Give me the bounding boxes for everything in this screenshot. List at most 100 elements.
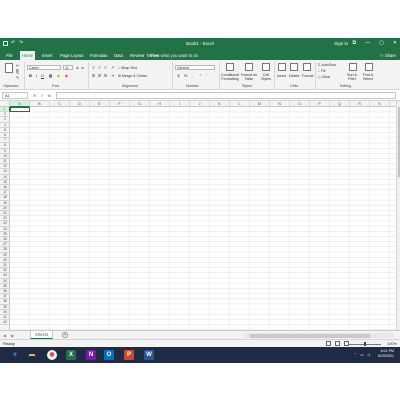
sheet-tab-sheet1[interactable]: Sheet1 [30, 331, 54, 339]
decrease-font-icon[interactable]: a [80, 65, 85, 70]
align-top-icon[interactable]: ≡ [91, 65, 96, 70]
row-headers: 1 2 3 4 5 6 7 8 9 10 11 12 13 14 15 16 17 18 19 20 21 22 23 24 2… [0, 107, 10, 330]
paste-icon[interactable] [5, 63, 13, 73]
sort-filter-icon[interactable] [349, 63, 357, 71]
outlook-icon[interactable]: O [104, 350, 114, 360]
close-button[interactable]: ✕ [393, 40, 397, 46]
tab-file[interactable]: File [4, 51, 15, 60]
tab-data[interactable]: Data [112, 51, 125, 60]
clear-button[interactable]: ◇ Clear [318, 75, 330, 79]
merge-center-button[interactable]: ⊞ Merge & Center [118, 74, 147, 78]
word-icon[interactable]: W [144, 350, 154, 360]
tab-page-layout[interactable]: Page Layout [58, 51, 86, 60]
scroll-left-icon[interactable]: ◀ [3, 332, 6, 339]
tell-me-search[interactable]: ♀ Tell me what you want to do [142, 51, 198, 60]
name-box[interactable]: A1 [2, 92, 28, 99]
chrome-icon[interactable]: ◉ [47, 350, 57, 360]
cell-styles-button[interactable]: Cell Styles [259, 73, 273, 81]
formula-input[interactable] [56, 92, 396, 99]
add-sheet-button[interactable]: + [62, 332, 68, 338]
formula-buttons: ✕ ✓ fx [33, 92, 51, 99]
ribbon-separator [315, 62, 316, 89]
ribbon-display-options-icon[interactable]: ⧉ [352, 40, 356, 46]
align-left-icon[interactable]: ☰ [91, 73, 96, 78]
zoom-knob[interactable] [364, 342, 366, 346]
active-cell-a1[interactable] [10, 107, 30, 113]
sort-filter-button[interactable]: Sort & Filter [344, 73, 360, 81]
conditional-formatting-button[interactable]: Conditional Formatting [220, 73, 240, 81]
format-as-table-button[interactable]: Format as Table [240, 73, 258, 81]
insert-function-icon[interactable]: fx [48, 92, 51, 99]
insert-cells-icon[interactable] [278, 63, 286, 71]
format-cells-icon[interactable] [303, 63, 311, 71]
group-label-alignment: Alignment [122, 84, 138, 88]
align-bottom-icon[interactable]: ≡ [103, 65, 108, 70]
clock-date: 6/29/2021 [378, 354, 394, 358]
bold-button[interactable]: B [28, 73, 33, 78]
tab-formulas[interactable]: Formulas [88, 51, 109, 60]
orientation-icon[interactable]: ↗ [110, 65, 115, 70]
indent-icon[interactable]: ⇥ [110, 73, 115, 78]
cell-styles-icon[interactable] [262, 63, 270, 71]
align-right-icon[interactable]: ☰ [103, 73, 108, 78]
conditional-formatting-icon[interactable] [226, 63, 234, 71]
share-button[interactable]: ⚇ Share [380, 51, 396, 60]
horizontal-scroll-thumb[interactable] [250, 333, 370, 338]
normal-view-icon[interactable] [326, 341, 331, 346]
powerpoint-icon[interactable]: P [124, 350, 134, 360]
percent-icon[interactable]: % [183, 73, 188, 78]
wrap-text-label: Wrap Text [121, 66, 138, 70]
currency-icon[interactable]: $ [176, 73, 181, 78]
cut-icon[interactable]: ✂ [15, 63, 20, 68]
comma-icon[interactable]: , [190, 73, 195, 78]
chevron-up-icon[interactable]: ⌃ [354, 352, 357, 357]
edge-icon[interactable]: e [10, 350, 20, 360]
number-format-select[interactable]: General [175, 65, 215, 70]
onenote-icon[interactable]: N [86, 350, 96, 360]
maximize-button[interactable]: ▢ [379, 40, 384, 46]
autosum-button[interactable]: Σ AutoSum [318, 63, 336, 67]
delete-cells-button[interactable]: Delete [289, 74, 299, 78]
horizontal-scrollbar[interactable] [244, 333, 394, 338]
file-explorer-icon[interactable]: ▬ [27, 350, 37, 360]
decrease-decimal-icon[interactable]: ⁻ [205, 73, 210, 78]
font-color-icon[interactable]: A [64, 73, 69, 78]
find-select-button[interactable]: Find & Select [360, 73, 376, 81]
underline-button[interactable]: U [40, 73, 45, 78]
network-icon[interactable]: ▭ [360, 352, 364, 357]
scroll-right-icon[interactable]: ▶ [11, 332, 14, 339]
ribbon-separator [88, 62, 89, 89]
group-label-font: Font [52, 84, 60, 88]
sign-in-link[interactable]: Sign in [334, 41, 348, 46]
align-center-icon[interactable]: ☰ [97, 73, 102, 78]
tab-insert[interactable]: Insert [40, 51, 54, 60]
enter-icon[interactable]: ✓ [40, 92, 43, 99]
fill-button[interactable]: ↓ Fill [318, 69, 325, 73]
borders-icon[interactable]: ▦ [48, 73, 53, 78]
page-layout-view-icon[interactable] [335, 341, 340, 346]
copy-icon[interactable]: ⎘ [15, 69, 20, 74]
format-painter-icon[interactable]: ✎ [15, 75, 20, 80]
font-name-select[interactable]: Calibri [27, 65, 61, 70]
row-header-42[interactable]: 42 [0, 320, 10, 326]
wrap-text-button[interactable]: ⤶ Wrap Text [118, 66, 137, 70]
italic-button[interactable]: I [34, 73, 39, 78]
excel-taskbar-icon[interactable]: X [66, 350, 76, 360]
tab-home[interactable]: Home [20, 51, 36, 60]
find-select-icon[interactable] [365, 63, 373, 71]
fill-color-icon[interactable]: ◆ [56, 73, 61, 78]
font-size-select[interactable]: 11 [63, 65, 73, 70]
insert-cells-button[interactable]: Insert [277, 74, 286, 78]
increase-decimal-icon[interactable]: ⁺ [198, 73, 203, 78]
format-cells-button[interactable]: Format [302, 74, 313, 78]
clock[interactable]: 6:01 PM 6/29/2021 [378, 349, 394, 359]
vertical-scrollbar[interactable] [396, 101, 400, 330]
cancel-icon[interactable]: ✕ [33, 92, 36, 99]
format-as-table-icon[interactable] [245, 63, 253, 71]
align-middle-icon[interactable]: ≡ [97, 65, 102, 70]
minimize-button[interactable]: — [365, 40, 370, 46]
cells-area[interactable] [10, 107, 400, 330]
sheet-navigation: ◀ ▶ [3, 332, 14, 339]
delete-cells-icon[interactable] [290, 63, 298, 71]
volume-icon[interactable]: ◁ [367, 352, 370, 357]
